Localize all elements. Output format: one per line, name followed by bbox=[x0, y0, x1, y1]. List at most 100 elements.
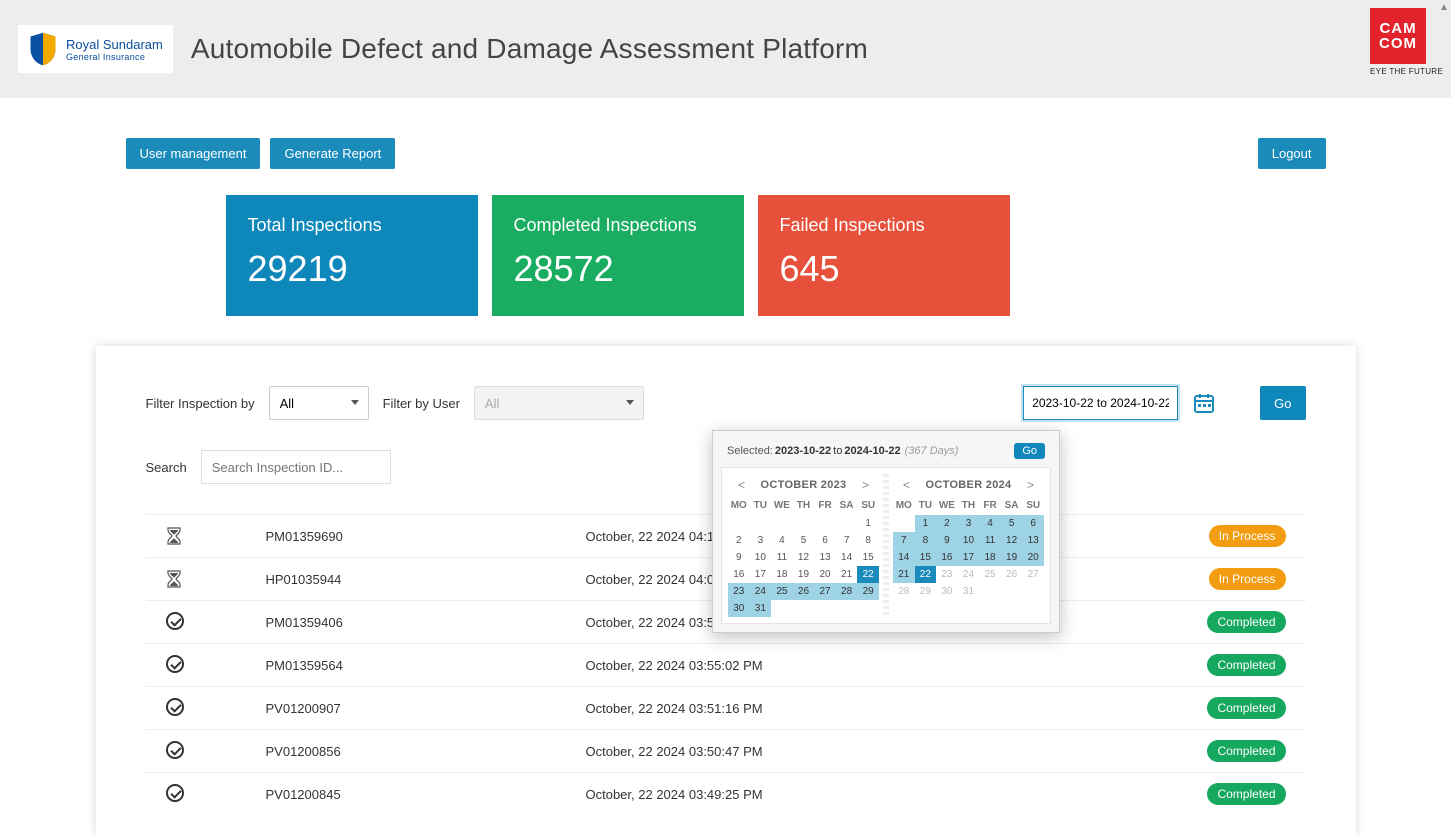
cal-day[interactable]: 14 bbox=[893, 549, 915, 566]
check-circle-icon bbox=[166, 612, 184, 630]
cal-day[interactable]: 9 bbox=[728, 549, 750, 566]
cal-day[interactable]: 12 bbox=[1001, 532, 1023, 549]
row-status: Completed bbox=[1166, 783, 1286, 805]
cal-day[interactable]: 2 bbox=[728, 532, 750, 549]
cal-day[interactable]: 2 bbox=[936, 515, 958, 532]
row-status-icon bbox=[166, 612, 266, 633]
row-status: Completed bbox=[1166, 740, 1286, 762]
row-status-icon bbox=[166, 698, 266, 719]
cal-dow: TH bbox=[958, 496, 980, 515]
cal-day[interactable]: 18 bbox=[771, 566, 793, 583]
cal-day[interactable]: 12 bbox=[793, 549, 815, 566]
camcom-line1: CAM bbox=[1379, 21, 1416, 36]
row-inspection-id: PV01200856 bbox=[266, 744, 586, 759]
search-input[interactable] bbox=[201, 450, 391, 484]
logout-button[interactable]: Logout bbox=[1258, 138, 1326, 169]
cal-next-button[interactable]: > bbox=[1023, 478, 1038, 492]
cal-day[interactable]: 30 bbox=[728, 600, 750, 617]
cal-day[interactable]: 23 bbox=[728, 583, 750, 600]
cal-day[interactable]: 16 bbox=[728, 566, 750, 583]
cal-day[interactable]: 7 bbox=[836, 532, 858, 549]
cal-dow: SU bbox=[857, 496, 879, 515]
cal-day[interactable]: 6 bbox=[1022, 515, 1044, 532]
table-row[interactable]: PV01200907October, 22 2024 03:51:16 PMCo… bbox=[146, 686, 1306, 729]
cal-day[interactable]: 9 bbox=[936, 532, 958, 549]
calendar-icon[interactable] bbox=[1192, 391, 1216, 415]
cal-day[interactable]: 19 bbox=[1001, 549, 1023, 566]
cal-day[interactable]: 21 bbox=[836, 566, 858, 583]
cal-day[interactable]: 6 bbox=[814, 532, 836, 549]
cal-day[interactable]: 20 bbox=[1022, 549, 1044, 566]
cal-day[interactable]: 25 bbox=[771, 583, 793, 600]
cal-day[interactable]: 24 bbox=[958, 566, 980, 583]
cal-day[interactable]: 7 bbox=[893, 532, 915, 549]
cal-day[interactable]: 21 bbox=[893, 566, 915, 583]
cal-day[interactable]: 18 bbox=[979, 549, 1001, 566]
cal-day[interactable]: 29 bbox=[857, 583, 879, 600]
cal-day[interactable]: 19 bbox=[793, 566, 815, 583]
cal-day[interactable]: 24 bbox=[750, 583, 772, 600]
cal-day[interactable]: 26 bbox=[793, 583, 815, 600]
cal-day[interactable]: 13 bbox=[814, 549, 836, 566]
cal-day[interactable]: 16 bbox=[936, 549, 958, 566]
cal-day[interactable]: 17 bbox=[750, 566, 772, 583]
cal-next-button[interactable]: > bbox=[858, 478, 873, 492]
cal-day[interactable]: 30 bbox=[936, 583, 958, 600]
cal-day[interactable]: 8 bbox=[915, 532, 937, 549]
user-management-button[interactable]: User management bbox=[126, 138, 261, 169]
cal-day[interactable]: 11 bbox=[771, 549, 793, 566]
date-range-input[interactable] bbox=[1023, 386, 1178, 420]
cal-day[interactable]: 5 bbox=[1001, 515, 1023, 532]
cal-day[interactable]: 27 bbox=[1022, 566, 1044, 583]
cal-day[interactable]: 31 bbox=[958, 583, 980, 600]
cal-day[interactable]: 10 bbox=[958, 532, 980, 549]
cal-dow: SU bbox=[1022, 496, 1044, 515]
cal-day[interactable]: 26 bbox=[1001, 566, 1023, 583]
cal-day[interactable]: 29 bbox=[915, 583, 937, 600]
cal-day[interactable]: 1 bbox=[915, 515, 937, 532]
cal-day[interactable]: 20 bbox=[814, 566, 836, 583]
cal-day[interactable]: 8 bbox=[857, 532, 879, 549]
cal-day[interactable]: 22 bbox=[915, 566, 937, 583]
cal-prev-button[interactable]: < bbox=[734, 478, 749, 492]
cal-day[interactable]: 22 bbox=[857, 566, 879, 583]
table-row[interactable]: PM01359564October, 22 2024 03:55:02 PMCo… bbox=[146, 643, 1306, 686]
table-row[interactable]: PV01200856October, 22 2024 03:50:47 PMCo… bbox=[146, 729, 1306, 772]
cal-day[interactable]: 28 bbox=[893, 583, 915, 600]
row-inspection-id: PM01359406 bbox=[266, 615, 586, 630]
row-status-icon bbox=[166, 741, 266, 762]
cal-day[interactable]: 3 bbox=[958, 515, 980, 532]
cal-day[interactable]: 15 bbox=[915, 549, 937, 566]
picker-go-button[interactable]: Go bbox=[1014, 443, 1045, 459]
cal-day[interactable]: 14 bbox=[836, 549, 858, 566]
cal-day[interactable]: 3 bbox=[750, 532, 772, 549]
cal-day[interactable]: 31 bbox=[750, 600, 772, 617]
cal-day[interactable]: 28 bbox=[836, 583, 858, 600]
cal-day[interactable]: 11 bbox=[979, 532, 1001, 549]
cal-day[interactable]: 4 bbox=[771, 532, 793, 549]
table-row[interactable]: PV01200845October, 22 2024 03:49:25 PMCo… bbox=[146, 772, 1306, 815]
filter-inspection-select[interactable]: All bbox=[269, 386, 369, 420]
go-button[interactable]: Go bbox=[1260, 386, 1305, 420]
cal-day[interactable]: 10 bbox=[750, 549, 772, 566]
cal-day[interactable]: 15 bbox=[857, 549, 879, 566]
cal-day[interactable]: 4 bbox=[979, 515, 1001, 532]
filter-user-select[interactable]: All bbox=[474, 386, 644, 420]
cal-dow: FR bbox=[979, 496, 1001, 515]
check-circle-icon bbox=[166, 784, 184, 802]
cal-day[interactable]: 1 bbox=[857, 515, 879, 532]
cal-day[interactable]: 27 bbox=[814, 583, 836, 600]
cal-day[interactable]: 5 bbox=[793, 532, 815, 549]
cal-day[interactable]: 17 bbox=[958, 549, 980, 566]
stats-row: Total Inspections 29219 Completed Inspec… bbox=[126, 195, 1326, 316]
hourglass-icon bbox=[166, 527, 266, 545]
cal-day[interactable]: 13 bbox=[1022, 532, 1044, 549]
cal-prev-button[interactable]: < bbox=[899, 478, 914, 492]
row-inspection-id: PV01200907 bbox=[266, 701, 586, 716]
generate-report-button[interactable]: Generate Report bbox=[270, 138, 395, 169]
row-inspection-id: PM01359564 bbox=[266, 658, 586, 673]
cal-day[interactable]: 23 bbox=[936, 566, 958, 583]
cal-day[interactable]: 25 bbox=[979, 566, 1001, 583]
row-date: October, 22 2024 03:50:47 PM bbox=[586, 744, 1166, 759]
row-status: Completed bbox=[1166, 697, 1286, 719]
